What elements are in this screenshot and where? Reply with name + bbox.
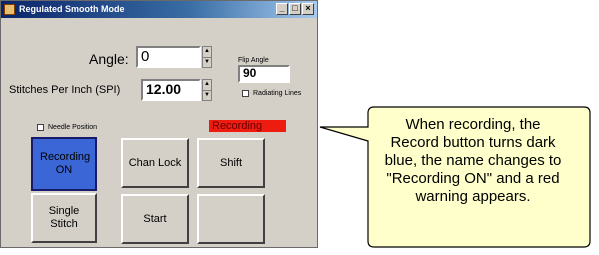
needle-position-checkbox[interactable] <box>37 124 44 131</box>
spin-up-icon[interactable]: ▲ <box>203 47 211 58</box>
spi-label: Stitches Per Inch (SPI) <box>9 84 121 96</box>
app-icon <box>4 4 15 15</box>
callout-line: Record button turns dark <box>390 134 556 151</box>
single-stitch-button-label: Single Stitch <box>48 205 80 230</box>
shift-button[interactable]: Shift <box>197 138 265 188</box>
close-button[interactable]: × <box>302 3 314 15</box>
spin-down-icon[interactable]: ▼ <box>203 91 211 101</box>
title-bar[interactable]: Regulated Smooth Mode _ □ × <box>1 1 317 18</box>
needle-position-label: Needle Position <box>48 124 98 131</box>
callout-line: When recording, the <box>405 116 541 133</box>
shift-button-label: Shift <box>219 156 242 169</box>
recording-button[interactable]: Recording ON <box>31 137 97 191</box>
chan-lock-button-label: Chan Lock <box>128 156 182 169</box>
callout-line: warning appears. <box>415 188 531 205</box>
regulated-smooth-mode-window: Regulated Smooth Mode _ □ × Angle: 0 ▲ ▼… <box>0 0 318 248</box>
blank-button[interactable] <box>197 194 265 244</box>
single-stitch-button[interactable]: Single Stitch <box>31 193 97 243</box>
recording-warning: Recording <box>209 120 286 132</box>
recording-button-label: Recording ON <box>40 151 91 176</box>
callout-line: blue, the name changes to <box>384 152 562 169</box>
spi-input[interactable]: 12.00 <box>141 79 201 101</box>
angle-input[interactable]: 0 <box>136 46 201 68</box>
minimize-button[interactable]: _ <box>276 3 288 15</box>
radiating-lines-label: Radiating Lines <box>253 90 302 97</box>
angle-spinner[interactable]: ▲ ▼ <box>202 46 212 68</box>
spin-up-icon[interactable]: ▲ <box>203 80 211 91</box>
window-title: Regulated Smooth Mode <box>19 4 125 14</box>
chan-lock-button[interactable]: Chan Lock <box>121 138 189 188</box>
maximize-button[interactable]: □ <box>289 3 301 15</box>
spi-spinner[interactable]: ▲ ▼ <box>202 79 212 101</box>
callout-text: When recording, the Record button turns … <box>358 116 588 206</box>
flip-angle-input[interactable]: 90 <box>238 65 290 83</box>
start-button[interactable]: Start <box>121 194 189 244</box>
start-button-label: Start <box>143 212 167 225</box>
flip-angle-label: Flip Angle <box>238 57 269 64</box>
spin-down-icon[interactable]: ▼ <box>203 58 211 68</box>
radiating-lines-checkbox[interactable] <box>242 90 249 97</box>
angle-label: Angle: <box>89 51 129 67</box>
callout-line: "Recording ON" and a red <box>386 170 560 187</box>
